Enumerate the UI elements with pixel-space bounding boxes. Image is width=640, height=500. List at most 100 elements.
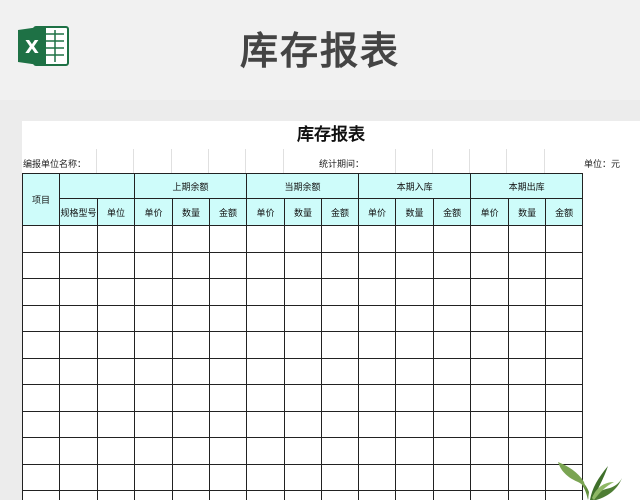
- table-cell[interactable]: [134, 384, 173, 412]
- table-cell[interactable]: [545, 410, 584, 438]
- header-quantity[interactable]: 数量: [172, 198, 210, 226]
- table-cell[interactable]: [358, 410, 397, 438]
- table-cell[interactable]: [172, 331, 210, 359]
- table-cell[interactable]: [358, 384, 397, 412]
- table-cell[interactable]: [508, 463, 547, 491]
- table-cell[interactable]: [358, 251, 397, 279]
- table-cell[interactable]: [97, 278, 135, 306]
- table-cell[interactable]: [246, 410, 286, 438]
- table-cell[interactable]: [59, 225, 98, 253]
- table-cell[interactable]: [358, 490, 397, 500]
- table-cell[interactable]: [470, 225, 510, 253]
- table-cell[interactable]: [208, 225, 248, 253]
- table-cell[interactable]: [470, 331, 510, 359]
- table-cell[interactable]: [433, 225, 472, 253]
- table-cell[interactable]: [545, 357, 584, 385]
- table-cell[interactable]: [433, 490, 472, 500]
- table-cell[interactable]: [284, 357, 323, 385]
- table-cell[interactable]: [208, 304, 248, 332]
- table-cell[interactable]: [97, 463, 135, 491]
- table-cell[interactable]: [433, 410, 472, 438]
- table-cell[interactable]: [246, 304, 286, 332]
- table-cell[interactable]: [395, 304, 435, 332]
- table-cell[interactable]: [321, 251, 360, 279]
- table-cell[interactable]: [395, 437, 435, 465]
- table-cell[interactable]: [208, 410, 248, 438]
- table-cell[interactable]: [134, 490, 173, 500]
- table-cell[interactable]: [395, 384, 435, 412]
- table-cell[interactable]: [208, 251, 248, 279]
- table-cell[interactable]: [22, 278, 60, 306]
- table-cell[interactable]: [433, 331, 472, 359]
- table-cell[interactable]: [284, 437, 323, 465]
- table-cell[interactable]: [508, 410, 547, 438]
- header-unit-price[interactable]: 单价: [134, 198, 173, 226]
- table-cell[interactable]: [284, 331, 323, 359]
- header-quantity[interactable]: 数量: [395, 198, 435, 226]
- header-unit-price[interactable]: 单价: [358, 198, 397, 226]
- table-cell[interactable]: [172, 437, 210, 465]
- table-cell[interactable]: [545, 225, 584, 253]
- table-cell[interactable]: [59, 410, 98, 438]
- table-cell[interactable]: [321, 304, 360, 332]
- table-cell[interactable]: [134, 225, 173, 253]
- table-cell[interactable]: [134, 251, 173, 279]
- table-cell[interactable]: [208, 384, 248, 412]
- table-cell[interactable]: [59, 384, 98, 412]
- table-cell[interactable]: [284, 463, 323, 491]
- table-cell[interactable]: [470, 357, 510, 385]
- table-cell[interactable]: [246, 225, 286, 253]
- table-cell[interactable]: [134, 331, 173, 359]
- header-stock-out[interactable]: 本期出库: [470, 173, 584, 199]
- table-cell[interactable]: [321, 463, 360, 491]
- table-cell[interactable]: [208, 490, 248, 500]
- table-cell[interactable]: [508, 331, 547, 359]
- table-cell[interactable]: [246, 251, 286, 279]
- table-cell[interactable]: [246, 357, 286, 385]
- table-cell[interactable]: [172, 490, 210, 500]
- table-cell[interactable]: [470, 384, 510, 412]
- table-cell[interactable]: [134, 463, 173, 491]
- table-cell[interactable]: [97, 331, 135, 359]
- table-cell[interactable]: [321, 410, 360, 438]
- table-cell[interactable]: [284, 304, 323, 332]
- table-cell[interactable]: [321, 384, 360, 412]
- table-cell[interactable]: [208, 278, 248, 306]
- table-cell[interactable]: [59, 357, 98, 385]
- table-cell[interactable]: [545, 278, 584, 306]
- table-cell[interactable]: [97, 225, 135, 253]
- table-cell[interactable]: [284, 278, 323, 306]
- table-cell[interactable]: [97, 490, 135, 500]
- header-amount[interactable]: 金额: [208, 198, 248, 226]
- table-cell[interactable]: [395, 490, 435, 500]
- table-cell[interactable]: [134, 304, 173, 332]
- header-unit-price[interactable]: 单价: [246, 198, 286, 226]
- table-cell[interactable]: [508, 384, 547, 412]
- header-current-balance[interactable]: 当期余额: [246, 173, 360, 199]
- table-cell[interactable]: [172, 410, 210, 438]
- table-cell[interactable]: [22, 225, 60, 253]
- table-cell[interactable]: [97, 357, 135, 385]
- table-cell[interactable]: [470, 251, 510, 279]
- table-cell[interactable]: [433, 384, 472, 412]
- table-cell[interactable]: [134, 410, 173, 438]
- table-cell[interactable]: [22, 463, 60, 491]
- table-cell[interactable]: [284, 490, 323, 500]
- table-cell[interactable]: [134, 437, 173, 465]
- table-cell[interactable]: [246, 278, 286, 306]
- table-cell[interactable]: [134, 357, 173, 385]
- table-cell[interactable]: [358, 463, 397, 491]
- table-cell[interactable]: [172, 225, 210, 253]
- header-amount[interactable]: 金额: [321, 198, 360, 226]
- table-cell[interactable]: [433, 304, 472, 332]
- table-cell[interactable]: [59, 463, 98, 491]
- table-cell[interactable]: [395, 278, 435, 306]
- table-cell[interactable]: [395, 357, 435, 385]
- header-amount[interactable]: 金额: [433, 198, 472, 226]
- table-cell[interactable]: [284, 410, 323, 438]
- table-cell[interactable]: [97, 304, 135, 332]
- header-unit-price[interactable]: 单价: [470, 198, 510, 226]
- table-cell[interactable]: [246, 331, 286, 359]
- table-cell[interactable]: [545, 331, 584, 359]
- table-cell[interactable]: [59, 278, 98, 306]
